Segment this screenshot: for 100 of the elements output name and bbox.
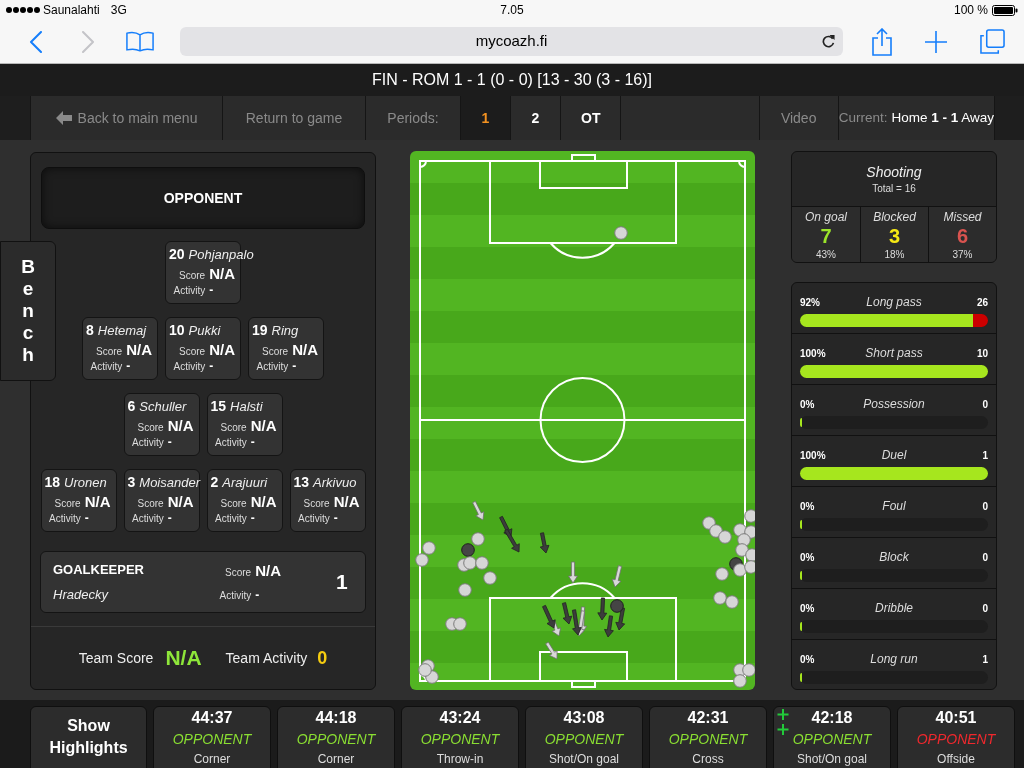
shooting-title: Shooting (866, 162, 922, 181)
event-team: OPPONENT (792, 730, 872, 749)
stat-count: 0 (981, 550, 988, 565)
player-number: 18 (44, 473, 61, 492)
player-card[interactable]: 2 Arajuuri Score N/A Activity - (206, 469, 283, 532)
event-time: 43:24 (439, 708, 481, 728)
score-value: N/A (84, 494, 111, 509)
stat-percent: 0% (800, 397, 816, 412)
stat-percent: 0% (800, 652, 816, 667)
battery-percent: 100 % (953, 2, 988, 19)
activity-label: Activity (90, 360, 123, 374)
carrier-name: Saunalahti (43, 2, 100, 19)
player-card[interactable]: 10 Pukki Score N/A Activity - (165, 317, 241, 380)
player-card[interactable]: 13 Arkivuo Score N/A Activity - (289, 469, 366, 532)
activity-value: - (209, 283, 215, 298)
event-card[interactable]: 44:37 OPPONENT Corner (153, 706, 271, 768)
stat-percent: 100% (800, 448, 827, 463)
event-card[interactable]: 42:31 OPPONENT Cross (649, 706, 767, 768)
event-team: OPPONENT (172, 730, 252, 749)
player-name: Hetemaj (97, 322, 147, 340)
score-value: N/A (250, 418, 277, 433)
stat-percent: 0% (800, 550, 816, 565)
event-time: 44:37 (191, 708, 233, 728)
player-card[interactable]: 19 Ring Score N/A Activity - (248, 317, 324, 380)
event-team: OPPONENT (544, 730, 624, 749)
team-header: OPPONENT (41, 167, 365, 229)
score-label: Score (136, 421, 164, 435)
tabs-button[interactable] (979, 28, 1005, 55)
event-time: 40:51 (935, 708, 977, 728)
stat-label: Short pass (865, 345, 923, 362)
tabs-icon (979, 29, 1005, 54)
player-name: Moisander (139, 474, 200, 492)
player-number: 20 (169, 245, 185, 264)
activity-value: - (126, 359, 132, 374)
signal-icon (6, 7, 40, 13)
player-name: Arkivuo (313, 474, 357, 492)
stat-percent: 0% (800, 601, 816, 616)
activity-label: Activity (132, 512, 164, 526)
activity-value: - (209, 359, 215, 374)
event-time: 42:31 (687, 708, 729, 728)
player-card[interactable]: 18 Uronen Score N/A Activity - (40, 469, 117, 532)
player-name: Halsti (230, 398, 263, 416)
player-number: 3 (127, 473, 136, 492)
player-name: Schuller (139, 398, 187, 416)
player-name: Pukki (188, 322, 221, 340)
score-value: N/A (167, 418, 194, 433)
new-tab-button[interactable] (923, 28, 949, 55)
shooting-total: Total = 16 (872, 181, 916, 196)
activity-value: - (167, 435, 173, 450)
url-text: mycoazh.fi (475, 31, 548, 52)
reload-icon[interactable] (822, 34, 835, 48)
chevron-left-icon (28, 30, 42, 53)
goalkeeper-card[interactable]: GOALKEEPER Hradecky Score N/A Activity - 1 (40, 551, 366, 613)
stat-label: Long run (870, 651, 918, 668)
bench-tab[interactable]: Bench (0, 241, 56, 381)
player-card[interactable]: 3 Moisander Score N/A Activity - (123, 469, 200, 532)
score-label: Score (178, 269, 206, 283)
player-name: Uronen (64, 474, 107, 492)
player-card[interactable]: 6 Schuller Score N/A Activity - (123, 393, 200, 456)
activity-value: - (84, 511, 90, 526)
score-value: N/A (126, 342, 152, 357)
event-team: OPPONENT (420, 730, 500, 749)
activity-value: - (250, 511, 256, 526)
score-value: N/A (209, 342, 235, 357)
player-card[interactable]: 15 Halsti Score N/A Activity - (206, 393, 283, 456)
event-type: Corner (317, 751, 355, 768)
shot-label: Blocked (873, 209, 916, 225)
activity-value: - (255, 586, 261, 604)
shot-label: Missed (943, 209, 982, 225)
score-label: Score (302, 497, 330, 511)
score-label: Score (95, 345, 123, 359)
team-activity-value: 0 (317, 646, 328, 670)
activity-label: Activity (132, 436, 164, 450)
score-value: N/A (250, 494, 277, 509)
player-card[interactable]: 8 Hetemaj Score N/A Activity - (82, 317, 158, 380)
event-type: Offside (937, 751, 975, 768)
event-card[interactable]: 40:51 OPPONENT Offside (897, 706, 1015, 768)
score-value: N/A (209, 266, 235, 281)
highlights-button[interactable]: Show Highlights (30, 706, 147, 768)
stat-count: 10 (975, 346, 988, 361)
stat-label: Block (879, 549, 909, 566)
share-button[interactable] (869, 25, 895, 58)
stat-label: Possession (863, 396, 925, 413)
period-tab[interactable]: 1 (461, 96, 511, 140)
activity-label: Activity (215, 436, 247, 450)
player-number: 8 (86, 321, 94, 340)
event-card[interactable]: 43:24 OPPONENT Throw-in (401, 706, 519, 768)
activity-label: Activity (173, 360, 206, 374)
url-field[interactable]: mycoazh.fi (180, 27, 843, 56)
score-value: N/A (292, 342, 318, 357)
stat-label: Foul (882, 498, 906, 515)
activity-value: - (333, 511, 339, 526)
activity-value: - (292, 359, 298, 374)
event-card[interactable]: 42:18 OPPONENT Shot/On goal (773, 706, 891, 768)
event-card[interactable]: 43:08 OPPONENT Shot/On goal (525, 706, 643, 768)
score-value: N/A (167, 494, 194, 509)
player-number: 2 (210, 473, 219, 492)
event-type: Shot/On goal (548, 751, 620, 768)
event-card[interactable]: 44:18 OPPONENT Corner (277, 706, 395, 768)
stat-percent: 100% (800, 346, 827, 361)
